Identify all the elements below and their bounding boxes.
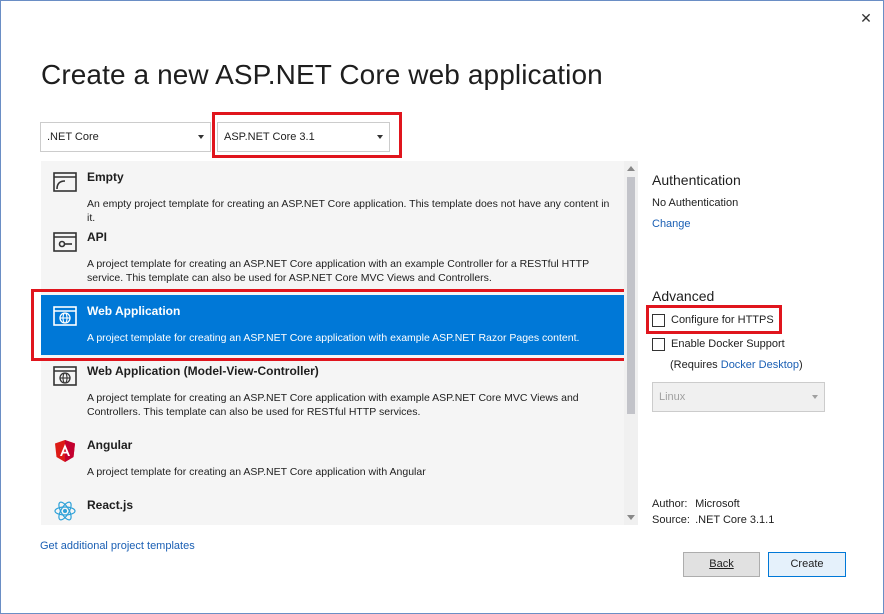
template-list-scrollbar[interactable]: [624, 161, 638, 525]
authentication-heading: Authentication: [652, 172, 741, 188]
create-project-dialog: ✕ Create a new ASP.NET Core web applicat…: [0, 0, 884, 614]
template-name: Empty: [87, 170, 124, 184]
authentication-value: No Authentication: [652, 197, 739, 209]
source-value: .NET Core 3.1.1: [695, 514, 775, 526]
framework-dropdown-value: .NET Core: [47, 131, 99, 143]
enable-docker-label: Enable Docker Support: [671, 338, 785, 350]
scroll-down-icon[interactable]: [627, 515, 635, 520]
author-value: Microsoft: [695, 498, 740, 510]
template-name: Angular: [87, 438, 133, 452]
source-label: Source:: [652, 514, 690, 526]
requires-suffix: ): [799, 359, 803, 371]
back-button[interactable]: Back: [683, 552, 760, 577]
configure-https-label: Configure for HTTPS: [671, 314, 774, 326]
angular-icon: [55, 440, 75, 462]
source-info: Source: .NET Core 3.1.1: [652, 514, 774, 526]
change-authentication-link[interactable]: Change: [652, 218, 691, 230]
mvc-globe-icon: [53, 366, 77, 386]
template-name: React.js: [87, 498, 134, 512]
web-app-globe-icon: [53, 306, 77, 326]
scroll-up-icon[interactable]: [627, 166, 635, 171]
template-description: A project template for creating an ASP.N…: [87, 392, 579, 418]
api-template-icon: [53, 232, 77, 252]
page-title: Create a new ASP.NET Core web applicatio…: [41, 59, 603, 90]
enable-docker-checkbox[interactable]: [652, 337, 665, 351]
template-description: A project template for creating an ASP.N…: [87, 332, 580, 344]
react-icon: [54, 501, 76, 521]
version-dropdown-value: ASP.NET Core 3.1: [224, 131, 315, 143]
docker-os-value: Linux: [659, 391, 686, 403]
template-item-empty[interactable]: Empty An empty project template for crea…: [41, 161, 624, 224]
chevron-down-icon: [198, 135, 204, 139]
template-name: Web Application: [87, 304, 181, 318]
framework-dropdown[interactable]: .NET Core: [40, 122, 211, 152]
template-name: Web Application (Model-View-Controller): [87, 364, 319, 378]
empty-template-icon: [53, 172, 77, 192]
template-item-angular[interactable]: Angular A project template for creating …: [41, 429, 624, 489]
template-item-api[interactable]: API A project template for creating an A…: [41, 221, 624, 289]
close-icon[interactable]: ✕: [859, 11, 873, 25]
template-list: Empty An empty project template for crea…: [41, 161, 638, 525]
enable-docker-checkbox-row[interactable]: Enable Docker Support: [652, 336, 785, 352]
requires-prefix: (Requires: [670, 359, 721, 371]
scroll-thumb[interactable]: [627, 177, 635, 414]
template-name: API: [87, 230, 108, 244]
author-label: Author:: [652, 498, 688, 510]
chevron-down-icon: [377, 135, 383, 139]
template-item-react[interactable]: React.js: [41, 489, 624, 525]
get-additional-templates-link[interactable]: Get additional project templates: [40, 540, 195, 552]
create-button[interactable]: Create: [768, 552, 846, 577]
advanced-heading: Advanced: [652, 288, 715, 304]
template-description: A project template for creating an ASP.N…: [87, 258, 589, 284]
configure-https-checkbox[interactable]: [652, 313, 665, 327]
docker-os-dropdown[interactable]: Linux: [652, 382, 825, 412]
template-description: A project template for creating an ASP.N…: [87, 466, 426, 478]
template-item-mvc[interactable]: Web Application (Model-View-Controller) …: [41, 355, 624, 429]
configure-https-checkbox-row[interactable]: Configure for HTTPS: [652, 312, 774, 328]
chevron-down-icon: [812, 395, 818, 399]
docker-desktop-link[interactable]: Docker Desktop: [721, 359, 799, 371]
version-dropdown[interactable]: ASP.NET Core 3.1: [217, 122, 390, 152]
author-info: Author: Microsoft: [652, 498, 740, 510]
docker-requirement-note: (Requires Docker Desktop): [670, 359, 803, 371]
template-item-web-application[interactable]: Web Application A project template for c…: [41, 295, 624, 355]
